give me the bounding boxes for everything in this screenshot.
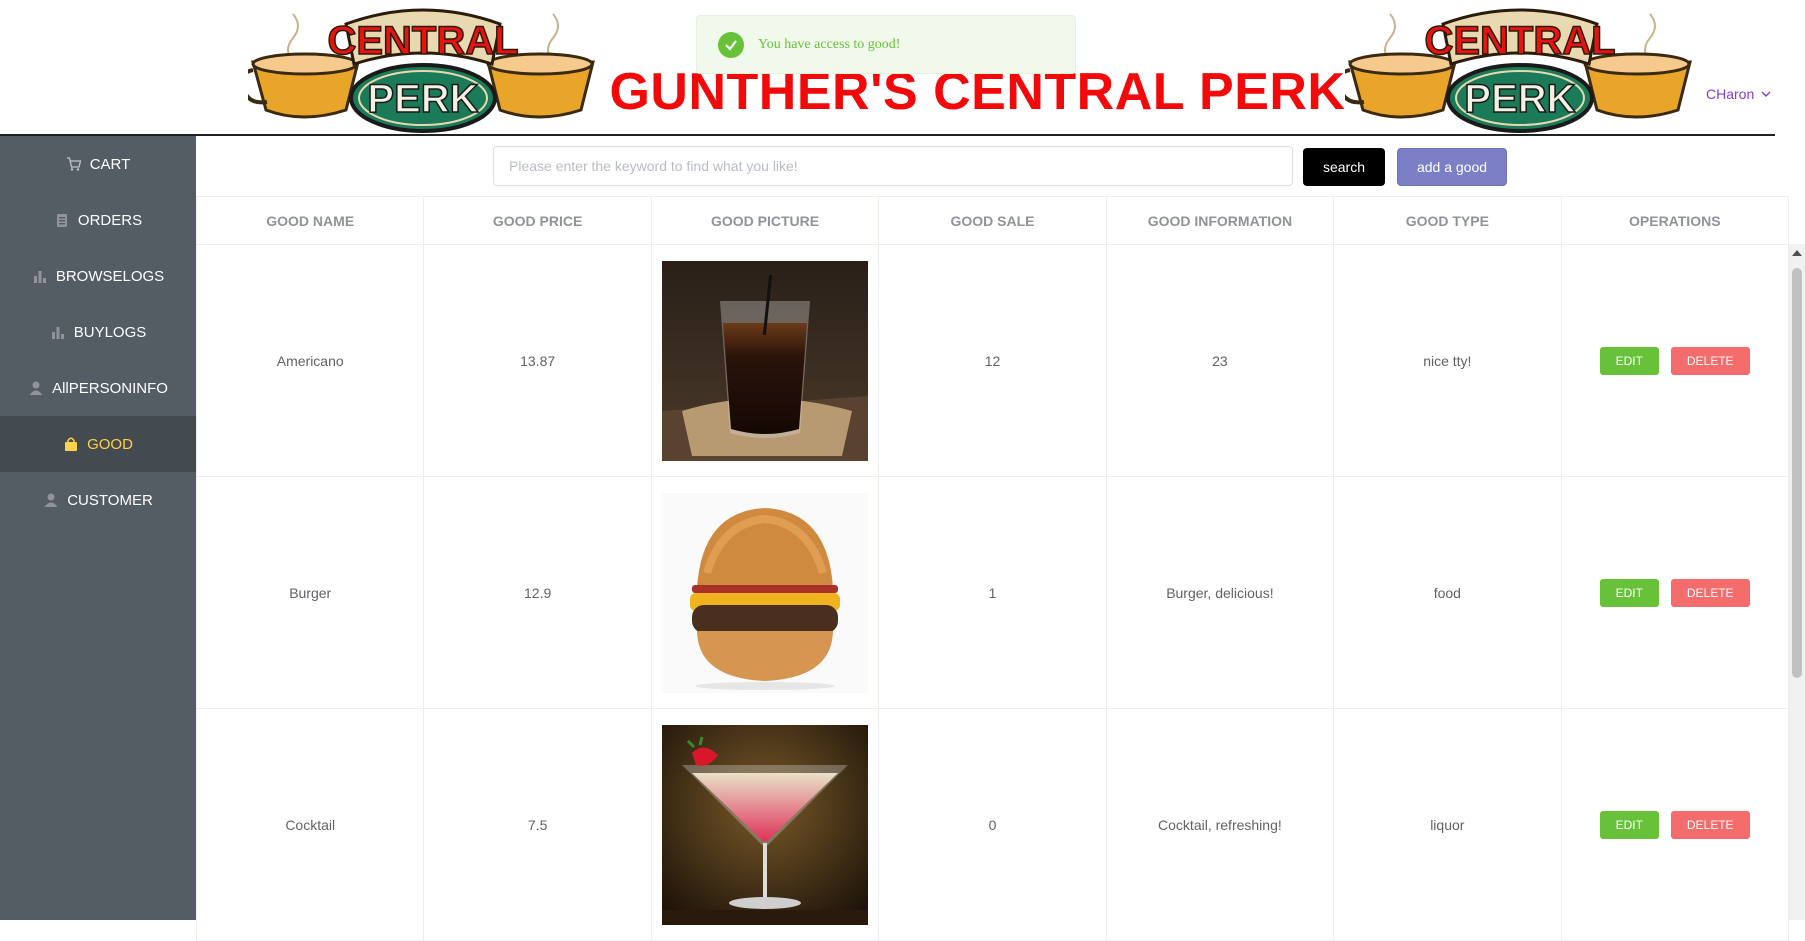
add-good-button[interactable]: add a good (1397, 148, 1507, 186)
main-content: search add a good GOOD NAME GOOD PRICE G… (195, 136, 1805, 941)
edit-button[interactable]: EDIT (1599, 578, 1659, 607)
column-header[interactable]: GOOD TYPE (1333, 196, 1562, 245)
good-name-cell: Americano (195, 244, 425, 477)
good-information-cell: 23 (1105, 244, 1335, 477)
good-name-cell: Burger (195, 476, 425, 709)
good-picture-cell (650, 476, 880, 709)
clipboard-icon (56, 214, 67, 227)
toolbar: search add a good (196, 136, 1805, 196)
central-perk-logo-right: CENTRAL PERK (1345, 8, 1692, 133)
good-information-cell: Burger, delicious! (1105, 476, 1335, 709)
cart-icon (66, 157, 82, 171)
edit-button[interactable]: EDIT (1599, 346, 1659, 375)
good-picture-cell (650, 708, 880, 941)
americano-photo (662, 260, 869, 461)
delete-button[interactable]: DELETE (1670, 578, 1750, 607)
chevron-down-icon (1761, 91, 1771, 97)
good-price-cell: 12.9 (423, 476, 652, 709)
goods-table: GOOD NAME GOOD PRICE GOOD PICTURE GOOD S… (195, 196, 1790, 941)
good-type-cell: food (1333, 476, 1562, 709)
table-row: Cocktail 7.5 0 Cocktail, refreshing! liq… (195, 708, 1790, 941)
operations-cell: EDIT DELETE (1560, 244, 1790, 477)
bar-chart-icon (51, 327, 64, 339)
good-sale-cell: 12 (878, 244, 1107, 477)
good-price-cell: 13.87 (423, 244, 652, 477)
good-price-cell: 7.5 (423, 708, 652, 941)
search-input[interactable] (493, 146, 1293, 186)
svg-text:PERK: PERK (1464, 77, 1575, 121)
good-sale-cell: 1 (878, 476, 1107, 709)
sidebar-item-label: CART (89, 155, 131, 173)
good-name-cell: Cocktail (195, 708, 425, 941)
header: CENTRAL PERK GUNTHER'S CENTRAL PERK CENT… (0, 0, 1805, 136)
sidebar-item-cart[interactable]: CART (0, 136, 196, 192)
good-picture-cell (650, 244, 880, 477)
sidebar-item-label: CUSTOMER (67, 491, 153, 509)
good-sale-cell: 0 (878, 708, 1107, 941)
scrollbar-thumb[interactable] (1792, 268, 1802, 678)
sidebar-item-good[interactable]: GOOD (0, 416, 196, 472)
sidebar-item-label: BROWSELOGS (55, 267, 165, 285)
sidebar-item-label: ORDERS (77, 211, 143, 229)
check-circle-icon (718, 31, 744, 58)
success-toast: You have access to good! (696, 15, 1076, 74)
sidebar: CART ORDERS BROWSELOGS BUYLOGS AllPERSON… (0, 136, 196, 920)
column-header[interactable]: GOOD PRICE (423, 196, 652, 245)
sidebar-item-customer[interactable]: CUSTOMER (0, 472, 196, 528)
user-name: CHaron (1706, 86, 1755, 102)
column-header[interactable]: GOOD SALE (878, 196, 1107, 245)
column-header[interactable]: OPERATIONS (1560, 196, 1790, 245)
column-header[interactable]: GOOD INFORMATION (1105, 196, 1335, 245)
central-perk-logo: CENTRAL PERK (248, 8, 595, 133)
sidebar-item-label: BUYLOGS (73, 323, 147, 341)
sidebar-item-label: GOOD (87, 435, 133, 453)
delete-button[interactable]: DELETE (1670, 346, 1750, 375)
bar-chart-icon (33, 271, 46, 283)
good-type-cell: liquor (1333, 708, 1562, 941)
good-information-cell: Cocktail, refreshing! (1105, 708, 1335, 941)
toast-message: You have access to good! (758, 36, 901, 52)
svg-text:CENTRAL: CENTRAL (327, 19, 518, 63)
burger-photo (662, 492, 869, 693)
operations-cell: EDIT DELETE (1560, 708, 1790, 941)
sidebar-item-buylogs[interactable]: BUYLOGS (0, 304, 196, 360)
edit-button[interactable]: EDIT (1599, 810, 1659, 839)
svg-text:CENTRAL: CENTRAL (1424, 19, 1615, 63)
sidebar-item-orders[interactable]: ORDERS (0, 192, 196, 248)
search-button[interactable]: search (1303, 148, 1385, 186)
user-icon (44, 493, 58, 507)
shopping-bag-icon (65, 437, 78, 451)
column-header[interactable]: GOOD PICTURE (650, 196, 880, 245)
column-header[interactable]: GOOD NAME (195, 196, 425, 245)
user-dropdown[interactable]: CHaron (1706, 86, 1772, 102)
delete-button[interactable]: DELETE (1670, 810, 1750, 839)
table-header-row: GOOD NAME GOOD PRICE GOOD PICTURE GOOD S… (195, 196, 1790, 245)
sidebar-item-browselogs[interactable]: BROWSELOGS (0, 248, 196, 304)
sidebar-item-allpersoninfo[interactable]: AllPERSONINFO (0, 360, 196, 416)
cocktail-photo (662, 724, 869, 925)
vertical-scrollbar[interactable] (1789, 244, 1805, 920)
svg-text:PERK: PERK (367, 77, 478, 121)
operations-cell: EDIT DELETE (1560, 476, 1790, 709)
scroll-up-arrow-icon[interactable] (1792, 250, 1802, 256)
user-icon (29, 381, 43, 395)
good-type-cell: nice tty! (1333, 244, 1562, 477)
sidebar-item-label: AllPERSONINFO (52, 379, 168, 397)
table-row: Americano 13.87 12 23 nice tty! EDIT DEL… (195, 244, 1790, 477)
table-row: Burger 12.9 1 Burger, delicious! food ED… (195, 476, 1790, 709)
